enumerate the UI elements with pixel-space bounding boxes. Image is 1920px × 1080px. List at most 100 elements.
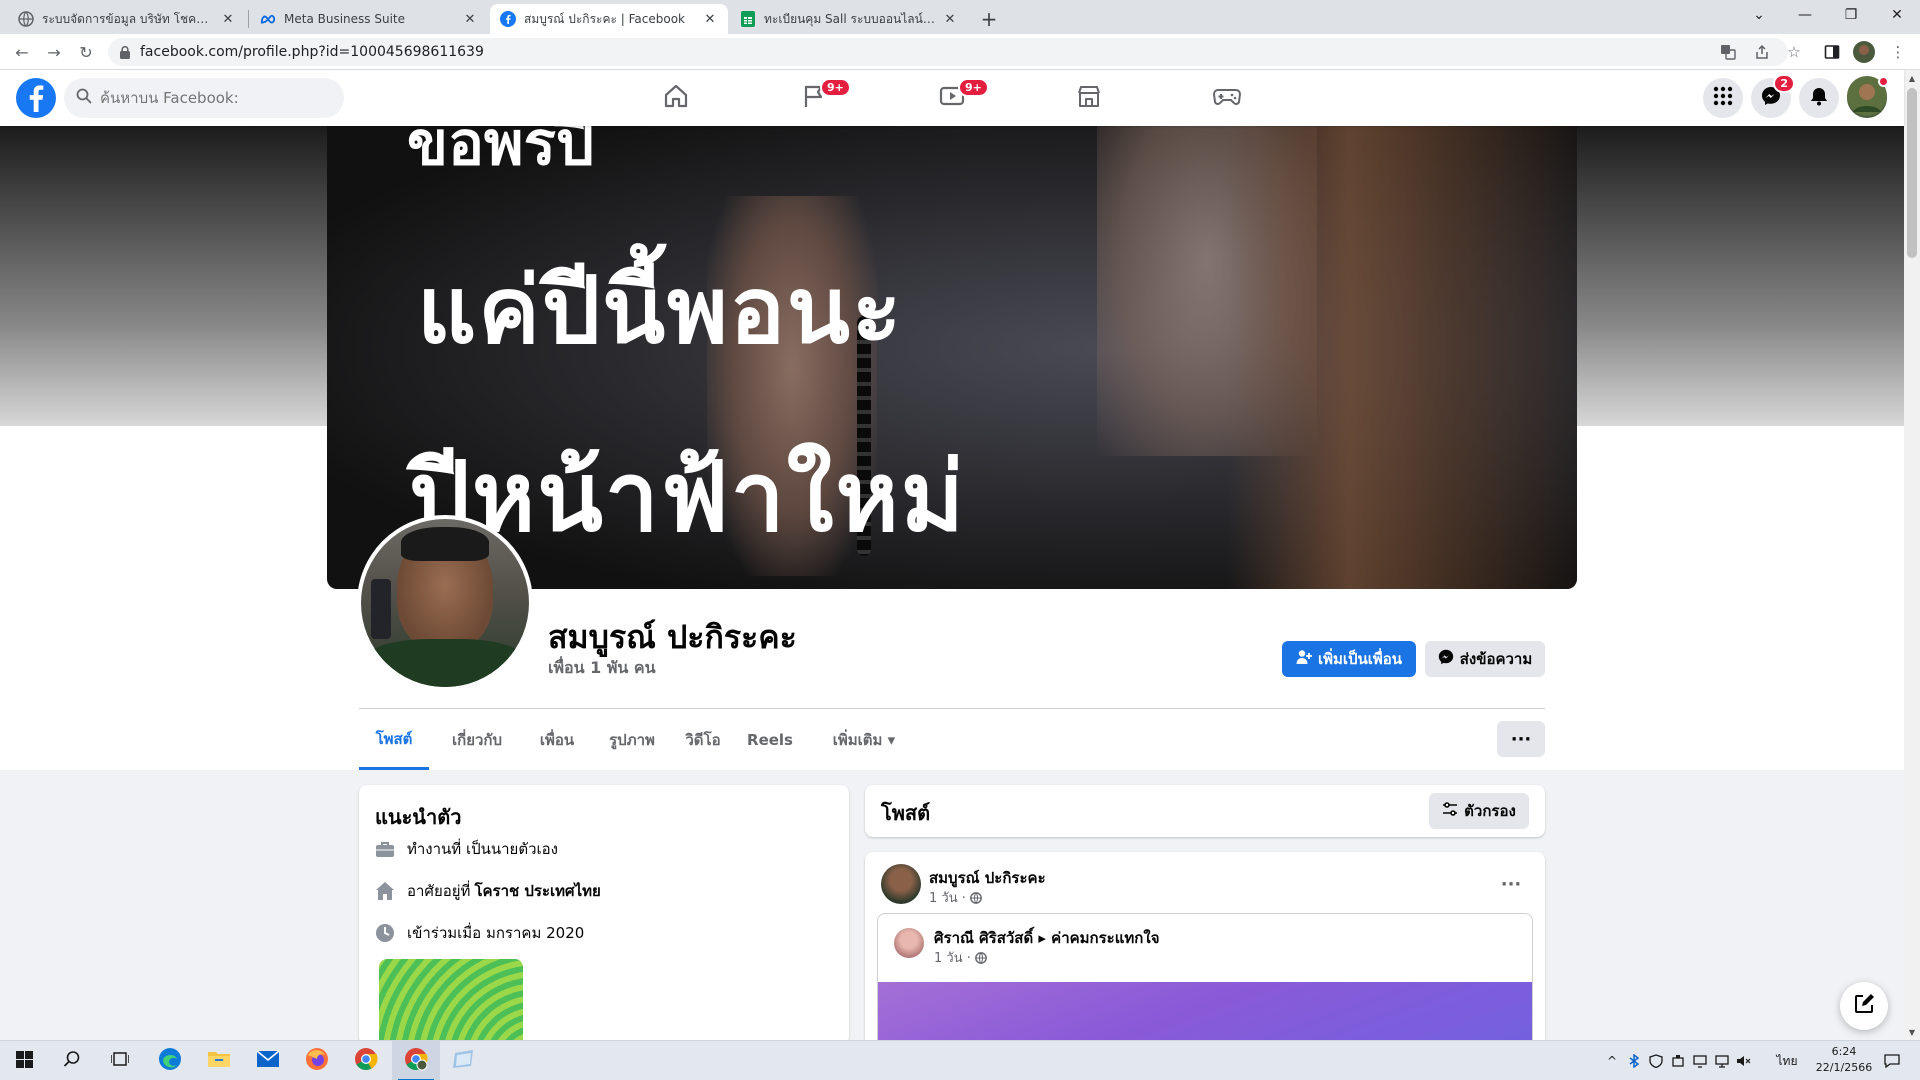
new-tab-button[interactable]: + [976,6,1002,32]
browser-tab-4[interactable]: ทะเบียนคุม Sall ระบบออนไลน์.xlsx - G... … [730,4,968,34]
bell-icon [1809,86,1829,110]
nav-home[interactable] [620,70,732,126]
tab-photos[interactable]: รูปภาพ [597,710,667,770]
translate-icon[interactable] [1716,40,1740,64]
profile-more-options-button[interactable]: ··· [1497,721,1545,757]
add-friend-icon [1296,649,1318,669]
taskbar-chrome-profile-active[interactable] [392,1041,440,1080]
tab-videos[interactable]: วิดีโอ [675,710,731,770]
friend-count[interactable]: เพื่อน 1 พัน คน [548,656,656,681]
minimize-window-button[interactable]: — [1782,0,1828,30]
taskbar-clock[interactable]: 6:24 22/1/2566 [1806,1044,1882,1076]
post-meta: 1 วัน · [929,887,982,908]
network-icon[interactable] [1712,1041,1732,1080]
browser-tab-1[interactable]: ระบบจัดการข้อมูล บริษัท โชคลูกโชค ... ✕ [8,4,246,34]
filter-sliders-icon [1442,802,1464,820]
cover-text-line-1: แค่ปีนี้พอนะ [417,257,904,364]
browser-tab-3-active[interactable]: สมบูรณ์ ปะกิระคะ | Facebook ✕ [490,4,728,34]
grid-menu-icon [1713,86,1733,110]
tab-search-chevron-icon[interactable]: ⌄ [1736,0,1782,30]
lock-icon[interactable] [120,45,130,59]
restore-window-button[interactable]: ❐ [1828,0,1874,30]
close-tab-icon[interactable]: ✕ [462,11,478,27]
taskbar-firefox[interactable] [293,1041,341,1080]
taskbar-app[interactable] [440,1041,488,1080]
facebook-logo-icon[interactable] [16,78,56,118]
close-tab-icon[interactable]: ✕ [220,11,236,27]
featured-photo[interactable] [379,959,523,1045]
nav-watch[interactable]: 9+ [896,70,1008,126]
bluetooth-icon[interactable] [1624,1041,1644,1080]
intro-lives-in: อาศัยอยู่ที่ โคราช ประเทศไทย [375,879,601,903]
nav-pages[interactable]: 9+ [758,70,870,126]
side-panel-icon[interactable] [1820,40,1844,64]
cover-photo[interactable]: ขอพรปี แค่ปีนี้พอนะ ปีหน้าฟ้าใหม่ [327,126,1577,589]
volume-muted-icon[interactable] [1734,1041,1754,1080]
taskbar-edge[interactable] [146,1041,194,1080]
taskbar-search-button[interactable] [48,1041,96,1080]
address-bar[interactable]: facebook.com/profile.php?id=100045698611… [108,38,1788,66]
page-scrollbar[interactable]: ▲ ▼ [1904,70,1920,1040]
taskbar-mail[interactable] [244,1041,292,1080]
intro-lives-place[interactable]: โคราช ประเทศไทย [474,879,600,903]
send-message-button[interactable]: ส่งข้อความ [1425,641,1545,677]
menu-grid-button[interactable] [1703,78,1743,118]
notifications-button[interactable] [1799,78,1839,118]
input-language[interactable]: ไทย [1772,1041,1802,1080]
start-button[interactable] [0,1041,48,1080]
browser-tab-2[interactable]: Meta Business Suite ✕ [250,4,488,34]
taskbar-file-explorer[interactable] [195,1041,243,1080]
firefox-icon [305,1047,329,1075]
shared-post-time[interactable]: 1 วัน · [934,947,971,968]
add-friend-button[interactable]: เพิ่มเป็นเพื่อน [1282,641,1416,677]
nav-gaming[interactable] [1171,70,1283,126]
close-tab-icon[interactable]: ✕ [942,11,958,27]
public-globe-icon [974,951,987,964]
action-center-icon[interactable] [1876,1041,1908,1080]
close-window-button[interactable]: ✕ [1874,0,1920,30]
scroll-up-arrow-icon[interactable]: ▲ [1904,70,1920,86]
facebook-search-box[interactable] [64,78,344,118]
shared-post: ศิราณี ศิริสวัสดิ์ ▸ ค่าคมกระแทกใจ 1 วัน… [877,913,1533,1052]
shared-author-avatar[interactable] [894,928,924,958]
scrollbar-thumb[interactable] [1907,88,1917,258]
chrome-menu-icon[interactable]: ⋮ [1886,40,1910,64]
search-input[interactable] [100,89,320,107]
back-arrow-icon[interactable]: ← [10,40,34,64]
post-time[interactable]: 1 วัน · [929,887,966,908]
share-icon[interactable] [1750,40,1774,64]
forward-arrow-icon[interactable]: → [42,40,66,64]
tab-more[interactable]: เพิ่มเติม ▾ [809,710,919,770]
display-icon[interactable] [1690,1041,1710,1080]
tab-reels[interactable]: Reels [739,710,801,770]
new-message-button[interactable] [1840,982,1888,1030]
tab-friends[interactable]: เพื่อน [525,710,589,770]
task-view-button[interactable] [96,1041,144,1080]
close-tab-icon[interactable]: ✕ [702,11,718,27]
scroll-down-arrow-icon[interactable]: ▼ [1904,1024,1920,1040]
bookmark-star-icon[interactable]: ☆ [1782,40,1806,64]
usb-device-icon[interactable] [1668,1041,1688,1080]
reload-icon[interactable]: ↻ [74,40,98,64]
task-view-icon [110,1051,130,1071]
cover-top-text: ขอพรปี [407,126,594,179]
post-options-button[interactable]: ··· [1493,866,1529,902]
taskbar-chrome[interactable] [342,1041,390,1080]
browser-tab-label: ทะเบียนคุม Sall ระบบออนไลน์.xlsx - G... [764,11,936,26]
messenger-button[interactable]: 2 [1751,74,1795,118]
post-author-avatar[interactable] [881,864,921,904]
browser-tab-strip: ระบบจัดการข้อมูล บริษัท โชคลูกโชค ... ✕ … [0,0,1920,34]
security-shield-icon[interactable] [1646,1041,1666,1080]
tab-posts[interactable]: โพสต์ [359,710,429,770]
filter-button[interactable]: ตัวกรอง [1429,793,1529,829]
folder-icon [207,1049,231,1073]
browser-tab-label: สมบูรณ์ ปะกิระคะ | Facebook [524,11,685,26]
nav-marketplace[interactable] [1033,70,1145,126]
search-icon [63,1050,81,1072]
profile-picture[interactable] [357,515,533,691]
show-hidden-icons-chevron[interactable]: ^ [1602,1041,1622,1080]
chrome-profile-avatar[interactable] [1852,40,1876,64]
house-icon [375,881,395,901]
account-avatar-button[interactable] [1847,76,1889,118]
tab-about[interactable]: เกี่ยวกับ [437,710,517,770]
